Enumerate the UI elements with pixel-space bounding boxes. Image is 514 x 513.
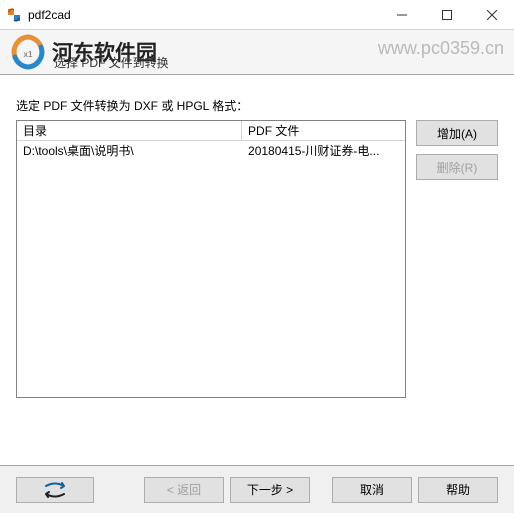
refresh-arrows-icon xyxy=(40,482,70,498)
wizard-footer: < 返回 下一步 > 取消 帮助 xyxy=(0,465,514,513)
table-body: D:\tools\桌面\说明书\ 20180415-川财证券-电... xyxy=(17,141,405,159)
cancel-button[interactable]: 取消 xyxy=(332,477,412,503)
cell-file: 20180415-川财证券-电... xyxy=(242,141,405,159)
instruction-label: 选定 PDF 文件转换为 DXF 或 HPGL 格式： xyxy=(16,97,498,114)
back-button[interactable]: < 返回 xyxy=(144,477,224,503)
svg-text:x1: x1 xyxy=(24,50,33,59)
help-button[interactable]: 帮助 xyxy=(418,477,498,503)
header: x1 河东软件园 选择 PDF 文件到转换 xyxy=(0,30,514,75)
file-table[interactable]: 目录 PDF 文件 D:\tools\桌面\说明书\ 20180415-川财证券… xyxy=(16,120,406,398)
window-controls xyxy=(379,0,514,29)
window-title: pdf2cad xyxy=(28,8,379,22)
next-button[interactable]: 下一步 > xyxy=(230,477,310,503)
table-header: 目录 PDF 文件 xyxy=(17,121,405,141)
table-row[interactable]: D:\tools\桌面\说明书\ 20180415-川财证券-电... xyxy=(17,141,405,159)
side-buttons: 增加(A) 删除(R) xyxy=(416,120,498,398)
close-button[interactable] xyxy=(469,0,514,29)
titlebar: pdf2cad xyxy=(0,0,514,30)
maximize-button[interactable] xyxy=(424,0,469,29)
col-header-pdf-file[interactable]: PDF 文件 xyxy=(242,121,405,140)
app-icon xyxy=(6,7,22,23)
col-header-directory[interactable]: 目录 xyxy=(17,121,242,140)
delete-button[interactable]: 删除(R) xyxy=(416,154,498,180)
minimize-button[interactable] xyxy=(379,0,424,29)
cell-directory: D:\tools\桌面\说明书\ xyxy=(17,141,242,159)
add-button[interactable]: 增加(A) xyxy=(416,120,498,146)
page-subtitle: 选择 PDF 文件到转换 xyxy=(54,54,169,71)
refresh-icon-button[interactable] xyxy=(16,477,94,503)
brand-logo-icon: x1 xyxy=(8,32,48,72)
content-area: 选定 PDF 文件转换为 DXF 或 HPGL 格式： 目录 PDF 文件 D:… xyxy=(0,75,514,465)
